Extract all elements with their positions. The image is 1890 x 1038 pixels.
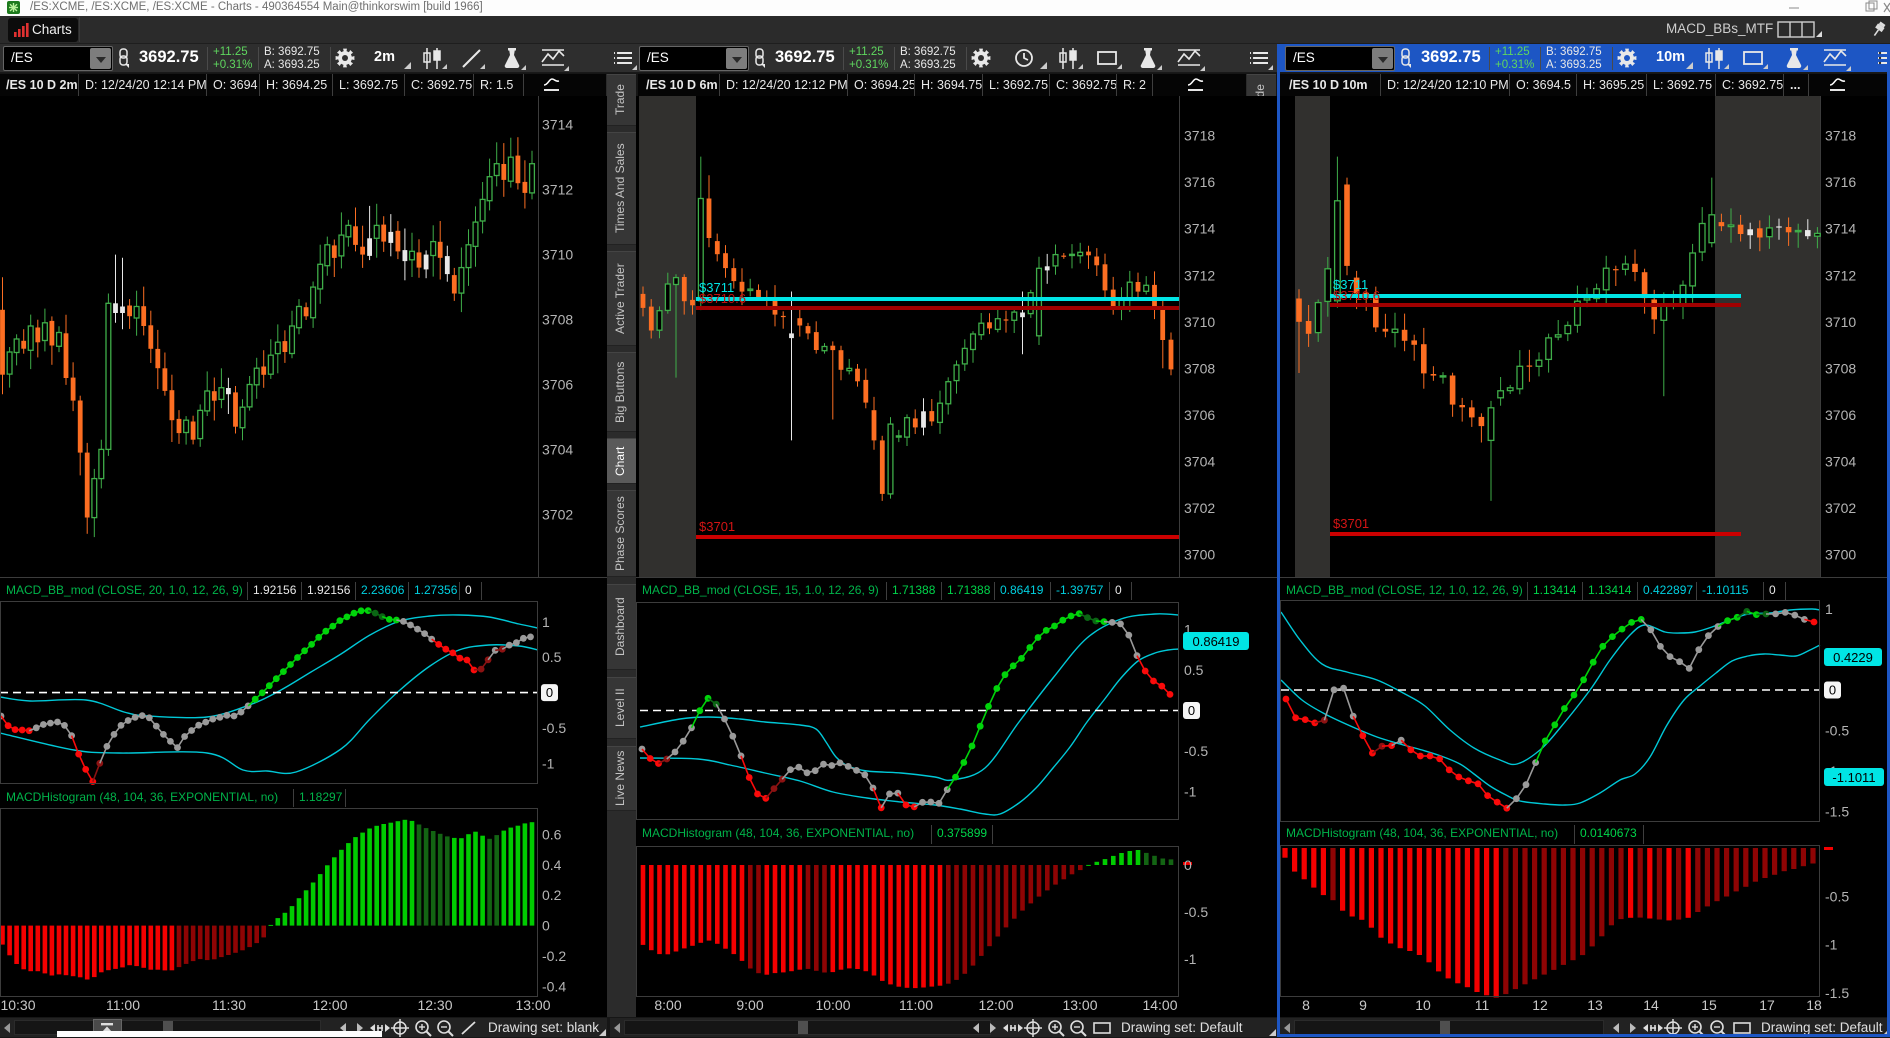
svg-text:0.4: 0.4: [542, 857, 562, 873]
svg-text:$3701: $3701: [699, 519, 735, 534]
svg-text:-0.5: -0.5: [542, 720, 566, 736]
svg-text:3716: 3716: [1825, 174, 1856, 190]
svg-text:3700: 3700: [1825, 546, 1856, 562]
svg-text:0: 0: [546, 685, 553, 700]
svg-text:10:00: 10:00: [815, 997, 850, 1013]
svg-text:0.2: 0.2: [542, 887, 562, 903]
svg-text:3712: 3712: [1184, 267, 1215, 283]
svg-text:11:00: 11:00: [899, 997, 933, 1013]
svg-text:0.4229: 0.4229: [1833, 650, 1873, 665]
svg-text:-1: -1: [542, 755, 555, 771]
svg-text:-1: -1: [1184, 951, 1197, 967]
svg-text:14: 14: [1643, 997, 1659, 1013]
svg-text:3712: 3712: [542, 182, 573, 198]
svg-text:-0.2: -0.2: [542, 948, 566, 964]
svg-text:3702: 3702: [1825, 500, 1856, 516]
svg-text:3716: 3716: [1184, 174, 1215, 190]
svg-text:-0.5: -0.5: [1825, 888, 1849, 904]
svg-text:3714: 3714: [542, 117, 573, 133]
svg-text:3704: 3704: [1825, 453, 1856, 469]
svg-text:3706: 3706: [1184, 407, 1215, 423]
svg-text:3706: 3706: [542, 376, 573, 392]
svg-text:3708: 3708: [1825, 360, 1856, 376]
svg-text:1: 1: [542, 614, 550, 630]
svg-text:10:30: 10:30: [0, 997, 35, 1013]
svg-text:3714: 3714: [1825, 221, 1856, 237]
svg-text:9: 9: [1359, 997, 1367, 1013]
svg-text:3702: 3702: [1184, 500, 1215, 516]
svg-text:12:00: 12:00: [312, 997, 347, 1013]
svg-text:18: 18: [1806, 997, 1822, 1013]
svg-text:0.6: 0.6: [542, 826, 562, 842]
svg-text:0.5: 0.5: [542, 649, 562, 665]
svg-text:3714: 3714: [1184, 221, 1215, 237]
svg-text:0: 0: [542, 918, 550, 934]
svg-text:11: 11: [1475, 997, 1490, 1013]
svg-text:0.86419: 0.86419: [1193, 634, 1240, 649]
svg-text:-1.5: -1.5: [1825, 985, 1849, 1001]
svg-text:0: 0: [1829, 683, 1836, 698]
svg-text:3710: 3710: [542, 247, 573, 263]
svg-text:8: 8: [1302, 997, 1310, 1013]
svg-text:17: 17: [1759, 997, 1775, 1013]
svg-text:-0.5: -0.5: [1184, 743, 1208, 759]
svg-text:3718: 3718: [1825, 128, 1856, 144]
svg-text:13: 13: [1587, 997, 1603, 1013]
svg-text:12: 12: [1532, 997, 1548, 1013]
svg-text:-1: -1: [1184, 784, 1197, 800]
svg-text:$3710.6: $3710.6: [699, 291, 746, 306]
svg-text:13:00: 13:00: [515, 997, 550, 1013]
svg-text:3704: 3704: [1184, 453, 1215, 469]
svg-text:3708: 3708: [1184, 360, 1215, 376]
svg-text:3718: 3718: [1184, 128, 1215, 144]
svg-text:8:00: 8:00: [654, 997, 681, 1013]
svg-text:3710: 3710: [1825, 314, 1856, 330]
svg-text:3712: 3712: [1825, 267, 1856, 283]
svg-text:3710: 3710: [1184, 314, 1215, 330]
svg-text:0.5: 0.5: [1184, 662, 1204, 678]
svg-text:-0.5: -0.5: [1184, 904, 1208, 920]
svg-text:-1.5: -1.5: [1825, 804, 1849, 820]
svg-text:13:00: 13:00: [1062, 997, 1097, 1013]
svg-text:11:00: 11:00: [106, 997, 140, 1013]
svg-text:$3710.6: $3710.6: [1333, 288, 1380, 303]
svg-text:3700: 3700: [1184, 546, 1215, 562]
svg-text:12:30: 12:30: [417, 997, 452, 1013]
svg-text:3706: 3706: [1825, 407, 1856, 423]
svg-text:11:30: 11:30: [212, 997, 246, 1013]
svg-text:-1.1011: -1.1011: [1832, 770, 1875, 785]
svg-text:0: 0: [1184, 857, 1192, 873]
svg-text:3702: 3702: [542, 506, 573, 522]
svg-text:14:00: 14:00: [1142, 997, 1177, 1013]
svg-text:10: 10: [1415, 997, 1431, 1013]
svg-text:15: 15: [1701, 997, 1717, 1013]
svg-text:-1: -1: [1825, 937, 1838, 953]
svg-text:9:00: 9:00: [736, 997, 763, 1013]
svg-text:3704: 3704: [542, 441, 573, 457]
svg-text:12:00: 12:00: [978, 997, 1013, 1013]
svg-text:-0.5: -0.5: [1825, 723, 1849, 739]
svg-text:3708: 3708: [542, 312, 573, 328]
svg-text:0: 0: [1188, 703, 1195, 718]
svg-text:$3701: $3701: [1333, 516, 1369, 531]
svg-text:-0.4: -0.4: [542, 978, 566, 994]
svg-text:1: 1: [1825, 601, 1833, 617]
